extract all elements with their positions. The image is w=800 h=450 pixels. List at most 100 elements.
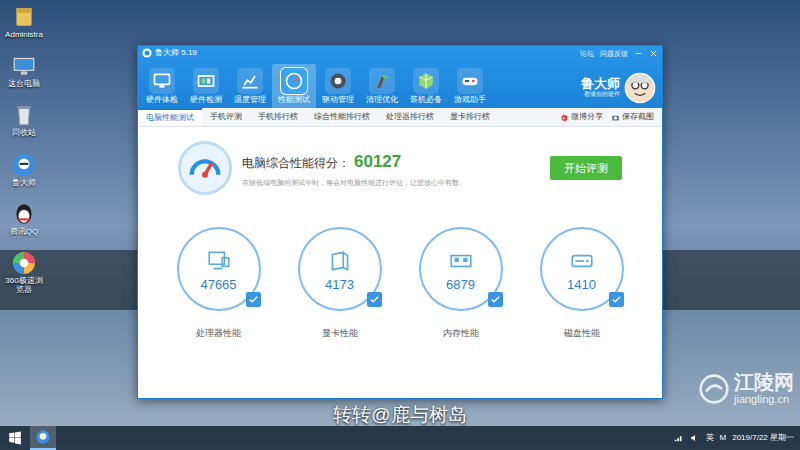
score-block: 电脑综合性能得分：60127在较低端电脑的测试中时，将会对电脑性能进行评估，让您… <box>242 149 540 188</box>
brand-slogan: 看懂你的硬件 <box>584 90 620 98</box>
title-link[interactable]: 论坛 <box>580 50 594 57</box>
toolbar-label[interactable]: 游戏助手 <box>454 96 486 104</box>
desktop-icon[interactable]: 腾讯QQ <box>2 201 46 236</box>
toolbar-item[interactable]: 装机必备 <box>404 64 448 108</box>
brand-name: 鲁大师 <box>581 77 620 90</box>
metric-value: 1410 <box>567 278 596 291</box>
window-title: 鲁大师 5.19 <box>155 49 197 57</box>
desktop-icons: Administra 这台电脑回收站鲁大师腾讯QQ 360极速浏览器 <box>2 4 46 294</box>
subtab[interactable]: 手机排行榜 <box>250 108 306 126</box>
toolbar-label[interactable]: 驱动管理 <box>322 96 354 104</box>
check-icon <box>611 294 622 305</box>
app-logo-icon <box>142 48 152 58</box>
desktop-icon-label[interactable]: 腾讯QQ <box>2 227 46 236</box>
metric: 4173 显卡性能 <box>279 227 400 341</box>
ludashi-task-icon <box>30 426 56 450</box>
toolbar-item[interactable]: 驱动管理 <box>316 64 360 108</box>
desktop-app-icon <box>11 201 37 227</box>
metric-icon <box>204 248 234 274</box>
score-label: 电脑综合性能得分： <box>242 154 350 172</box>
toolbar-label[interactable]: 性能测试 <box>278 96 310 104</box>
desktop-icon-label[interactable]: 这台电脑 <box>2 79 46 88</box>
toolbar-icon <box>193 68 219 94</box>
action-label[interactable]: 微博分享 <box>571 111 603 123</box>
subtab-bar: 电脑性能测试手机评测手机排行榜综合性能排行榜处理器排行榜显卡排行榜 微博分享 保存截… <box>138 108 662 127</box>
brand: 鲁大师看懂你的硬件 <box>581 72 662 108</box>
subtab[interactable]: 综合性能排行榜 <box>306 108 378 126</box>
app-window: 鲁大师 5.19 论坛问题反馈硬件体检 硬件检测 温度管理 性能测试 驱动管理 清理优化 装机… <box>137 45 663 399</box>
desktop-icon[interactable]: 360极速浏览器 <box>2 250 46 294</box>
watermark-name: 江陵网 <box>734 372 794 392</box>
score-line: 电脑综合性能得分：60127 <box>242 149 540 175</box>
desktop-app-icon <box>11 250 37 276</box>
desktop-icon[interactable]: 回收站 <box>2 102 46 137</box>
toolbar-label[interactable]: 温度管理 <box>234 96 266 104</box>
metric-checkbox[interactable] <box>488 292 503 307</box>
subtab[interactable]: 显卡排行榜 <box>442 108 498 126</box>
desktop-icon-label[interactable]: 回收站 <box>2 128 46 137</box>
desktop-icon[interactable]: Administra <box>2 4 46 39</box>
toolbar-item[interactable]: 游戏助手 <box>448 64 492 108</box>
toolbar-item[interactable]: 硬件检测 <box>184 64 228 108</box>
volume-icon <box>690 433 700 443</box>
score-row: 电脑综合性能得分：60127在较低端电脑的测试中时，将会对电脑性能进行评估，让您… <box>138 127 662 205</box>
desktop-icon-label[interactable]: 鲁大师 <box>2 178 46 187</box>
title-links: 论坛问题反馈 <box>580 49 658 58</box>
clock[interactable]: 2019/7/22 星期一 <box>732 434 794 442</box>
desktop-icon-label[interactable]: 360极速浏览器 <box>2 276 46 294</box>
watermark: 江陵网jiangling.cn <box>698 372 794 406</box>
toolbar-label[interactable]: 硬件检测 <box>190 96 222 104</box>
metric-icon <box>567 248 597 274</box>
action-button[interactable]: 保存截图 <box>611 111 662 123</box>
metric-circle[interactable]: 4173 <box>298 227 382 311</box>
metric-circle[interactable]: 6879 <box>419 227 503 311</box>
metric-value: 6879 <box>446 278 475 291</box>
toolbar-icon <box>369 68 395 94</box>
desktop-icon-label[interactable]: Administra <box>2 30 46 39</box>
action-button[interactable]: 微博分享 <box>560 111 611 123</box>
toolbar-item[interactable]: 性能测试 <box>272 64 316 108</box>
action-label[interactable]: 保存截图 <box>622 111 654 123</box>
metric-checkbox[interactable] <box>246 292 261 307</box>
metric-circle[interactable]: 47665 <box>177 227 261 311</box>
title-bar: 鲁大师 5.19 论坛问题反馈 <box>138 46 662 60</box>
metric-label: 内存性能 <box>443 327 479 341</box>
camera-icon <box>611 113 620 122</box>
desktop-app-icon <box>11 102 37 128</box>
toolbar-item[interactable]: 温度管理 <box>228 64 272 108</box>
start-button[interactable]: 开始评测 <box>550 156 622 180</box>
share-icon <box>560 113 569 122</box>
watermark-logo-icon <box>698 373 730 405</box>
metric: 1410磁盘性能 <box>521 227 642 341</box>
metric-checkbox[interactable] <box>609 292 624 307</box>
tray-item[interactable]: 英 <box>706 434 714 442</box>
subtab[interactable]: 电脑性能测试 <box>138 108 202 126</box>
toolbar-label[interactable]: 清理优化 <box>366 96 398 104</box>
tray-item[interactable]: M <box>720 434 727 442</box>
subtab[interactable]: 手机评测 <box>202 108 250 126</box>
check-icon <box>248 294 259 305</box>
gauge-icon <box>178 141 232 195</box>
watermark-text: 江陵网jiangling.cn <box>734 372 794 406</box>
metric-checkbox[interactable] <box>367 292 382 307</box>
metric-circle[interactable]: 1410 <box>540 227 624 311</box>
metric-icon <box>446 248 476 274</box>
title-link[interactable]: 问题反馈 <box>600 50 628 57</box>
toolbar-item[interactable]: 清理优化 <box>360 64 404 108</box>
toolbar-label[interactable]: 装机必备 <box>410 96 442 104</box>
metric-label: 显卡性能 <box>322 327 358 341</box>
desktop-icon[interactable]: 这台电脑 <box>2 53 46 88</box>
desktop-icon[interactable]: 鲁大师 <box>2 152 46 187</box>
check-icon <box>369 294 380 305</box>
toolbar-icon <box>325 68 351 94</box>
mascot-icon <box>624 72 656 104</box>
subtab[interactable]: 处理器排行榜 <box>378 108 442 126</box>
toolbar-icon <box>413 68 439 94</box>
header: 鲁大师 5.19 论坛问题反馈硬件体检 硬件检测 温度管理 性能测试 驱动管理 清理优化 装机… <box>138 46 662 108</box>
metric-value: 47665 <box>200 278 236 291</box>
score-value: 60127 <box>354 149 401 175</box>
system-tray: 英M 2019/7/22 星期一 <box>674 433 800 443</box>
toolbar-item[interactable]: 硬件体检 <box>140 64 184 108</box>
minimize-icon <box>634 49 643 58</box>
toolbar-label[interactable]: 硬件体检 <box>146 96 178 104</box>
